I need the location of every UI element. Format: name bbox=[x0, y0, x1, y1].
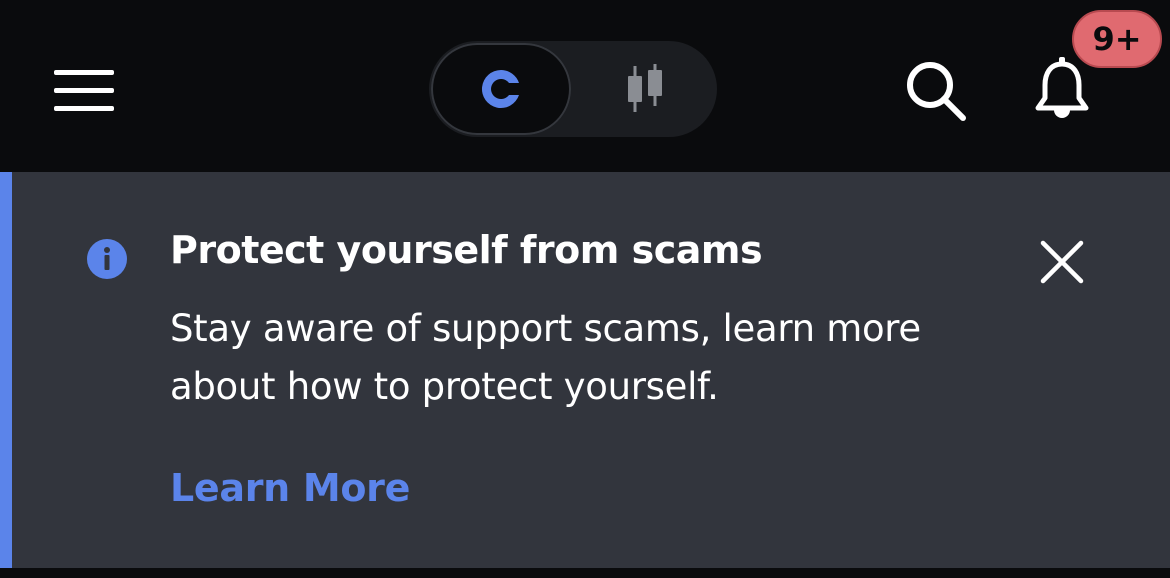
close-icon bbox=[1040, 240, 1084, 284]
banner-title: Protect yourself from scams bbox=[170, 228, 763, 272]
view-mode-toggle bbox=[429, 41, 717, 137]
close-banner-button[interactable] bbox=[1030, 230, 1094, 294]
notification-count-badge: 9+ bbox=[1072, 10, 1162, 68]
toggle-simple-mode[interactable] bbox=[431, 43, 571, 135]
hamburger-menu-button[interactable] bbox=[52, 66, 116, 112]
coinbase-logo-icon bbox=[481, 69, 519, 108]
scam-warning-banner: Protect yourself from scams Stay aware o… bbox=[0, 172, 1170, 568]
banner-body-text: Stay aware of support scams, learn more … bbox=[170, 307, 921, 408]
bottom-edge bbox=[0, 568, 1170, 578]
search-icon bbox=[907, 62, 966, 121]
menu-bar-line bbox=[54, 70, 114, 75]
search-button[interactable] bbox=[900, 55, 972, 127]
candlestick-chart-icon bbox=[628, 64, 662, 112]
top-app-bar: 9+ bbox=[0, 0, 1170, 172]
toggle-advanced-trade[interactable] bbox=[575, 43, 715, 135]
info-icon bbox=[87, 239, 127, 279]
learn-more-link[interactable]: Learn More bbox=[170, 466, 410, 510]
menu-bar-line bbox=[54, 106, 114, 111]
menu-bar-line bbox=[54, 88, 114, 93]
banner-accent-bar bbox=[0, 172, 12, 568]
